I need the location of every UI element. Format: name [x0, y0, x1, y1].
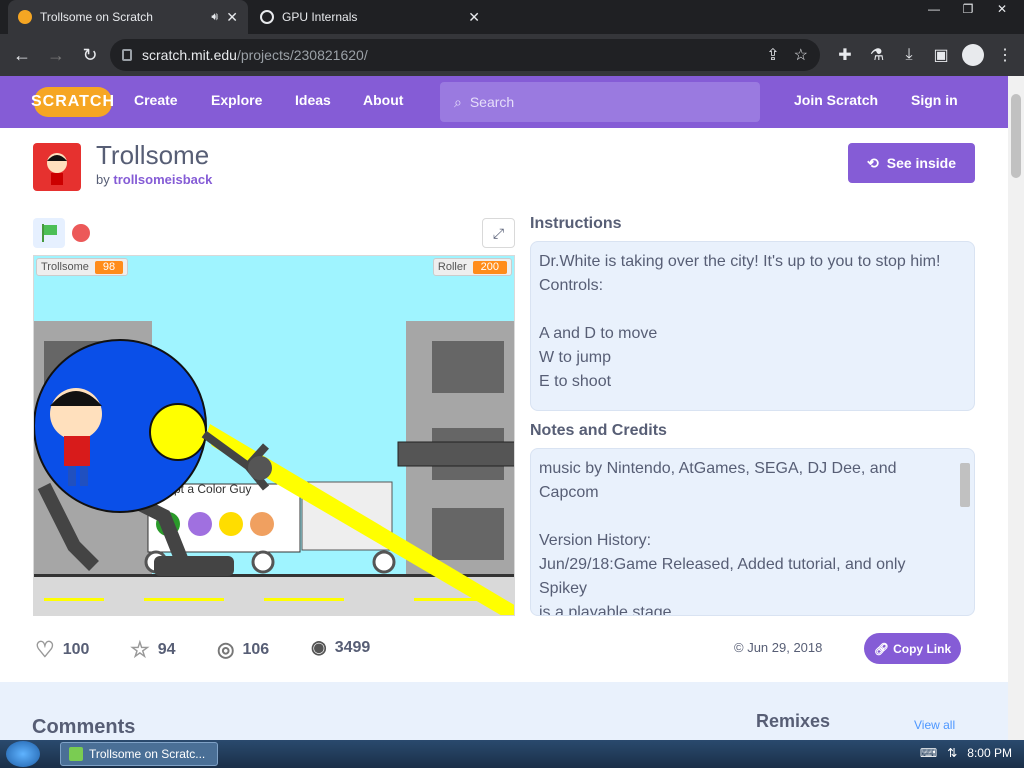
remix-stat: ◎ 106 — [217, 639, 270, 661]
tab-title: Trollsome on Scratch — [40, 10, 153, 24]
page-scrollbar[interactable] — [1008, 76, 1024, 740]
search-input[interactable] — [469, 94, 720, 110]
speaker-icon[interactable]: 🔊︎ — [211, 11, 218, 24]
remix-icon: ◎ — [217, 639, 235, 661]
address-bar[interactable]: scratch.mit.edu/projects/230821620/ ⇪ ☆ — [110, 39, 820, 71]
instructions-heading: Instructions — [530, 215, 622, 232]
project-thumbnail — [33, 143, 81, 191]
link-icon: 🔗︎ — [873, 641, 890, 656]
scrollbar-thumb[interactable] — [1011, 94, 1021, 178]
notes-heading: Notes and Credits — [530, 422, 667, 439]
nav-ideas[interactable]: Ideas — [295, 92, 331, 108]
url-path: /projects/230821620/ — [236, 47, 368, 63]
forward-icon[interactable]: → — [40, 39, 72, 71]
nav-explore[interactable]: Explore — [211, 92, 262, 108]
system-tray: ⌨ ⇅ 8:00 PM — [920, 746, 1012, 760]
project-author-line: by trollsomeisback — [96, 172, 213, 187]
notes-scrollbar-thumb[interactable] — [960, 463, 970, 507]
profile-avatar[interactable] — [962, 39, 984, 71]
tab-gpu-internals[interactable]: GPU Internals ✕ — [250, 0, 490, 34]
reload-icon[interactable]: ↻ — [74, 39, 106, 71]
menu-kebab-icon[interactable]: ⋮ — [994, 39, 1016, 71]
see-inside-icon: ⟲ — [867, 154, 879, 171]
scratch-logo[interactable]: SCRATCH — [31, 87, 114, 117]
nav-create[interactable]: Create — [134, 92, 178, 108]
labs-icon[interactable]: ⚗ — [866, 39, 888, 71]
nav-about[interactable]: About — [363, 92, 403, 108]
keyboard-icon[interactable]: ⌨ — [920, 746, 937, 760]
stage-scene: pt a Color Guy — [34, 321, 514, 615]
search-box: ⌕ — [440, 82, 760, 122]
love-stat[interactable]: ♡ 100 — [35, 637, 89, 663]
globe-favicon-icon — [260, 10, 274, 24]
remixes-heading: Remixes — [756, 711, 831, 731]
instructions-text: Dr.White is taking over the city! It's u… — [530, 241, 975, 411]
green-flag-icon — [42, 224, 57, 242]
side-panel-icon[interactable]: ▣ — [930, 39, 952, 71]
lower-section — [0, 682, 1008, 740]
tab-title: GPU Internals — [282, 10, 358, 24]
scratch-navbar: SCRATCH Create Explore Ideas About ⌕ Joi… — [0, 76, 1008, 128]
stage-sign-text: pt a Color Guy — [174, 482, 251, 496]
close-tab-icon[interactable]: ✕ — [468, 9, 480, 26]
time-text[interactable]: 8:00 PM — [967, 746, 1012, 760]
start-button[interactable] — [6, 741, 40, 767]
close-tab-icon[interactable]: ✕ — [226, 9, 238, 26]
bookmark-star-icon[interactable]: ☆ — [794, 45, 808, 65]
project-title: Trollsome — [96, 140, 210, 170]
stop-button[interactable] — [72, 224, 90, 242]
close-window-icon[interactable]: ✕ — [988, 2, 1016, 16]
windows-taskbar: Trollsome on Scratc... ⌨ ⇅ 8:00 PM — [0, 740, 1024, 768]
url-host: scratch.mit.edu — [142, 47, 237, 63]
author-link[interactable]: trollsomeisback — [113, 172, 212, 187]
browser-toolbar: ← → ↻ scratch.mit.edu/projects/230821620… — [0, 34, 1024, 76]
view-all-link[interactable]: View all — [914, 718, 955, 732]
minimize-icon[interactable]: — — [920, 2, 948, 16]
comments-heading: Comments — [32, 716, 136, 738]
sign-in-link[interactable]: Sign in — [911, 92, 958, 108]
restore-icon[interactable]: ❐ — [954, 2, 982, 16]
eye-icon: ◉ — [311, 637, 327, 657]
favorite-stat[interactable]: ☆ 94 — [130, 637, 176, 663]
taskbar-item-browser[interactable]: Trollsome on Scratc... — [60, 742, 218, 766]
extensions-icon[interactable]: ✚ — [834, 39, 856, 71]
shared-date: © Jun 29, 2018 — [734, 640, 823, 655]
lock-icon — [122, 49, 132, 61]
notes-text[interactable]: music by Nintendo, AtGames, SEGA, DJ Dee… — [530, 448, 975, 616]
fullscreen-button[interactable]: ⤢ — [482, 218, 515, 248]
scratch-favicon-icon — [18, 10, 32, 24]
join-scratch-link[interactable]: Join Scratch — [794, 92, 878, 108]
heart-icon: ♡ — [35, 637, 55, 662]
browser-task-icon — [69, 747, 83, 761]
views-stat: ◉ 3499 — [311, 637, 371, 657]
green-flag-button[interactable] — [33, 218, 65, 248]
download-icon[interactable]: ⤓ — [898, 39, 920, 71]
network-icon[interactable]: ⇅ — [947, 746, 957, 760]
star-icon: ☆ — [130, 637, 150, 662]
variable-monitor-trollsome: Trollsome 98 — [36, 258, 129, 276]
tab-trollsome[interactable]: Trollsome on Scratch 🔊︎ ✕ — [8, 0, 248, 34]
browser-tabstrip: Trollsome on Scratch 🔊︎ ✕ GPU Internals … — [0, 0, 1024, 34]
share-icon[interactable]: ⇪ — [766, 45, 779, 65]
variable-monitor-roller: Roller 200 — [432, 258, 512, 276]
back-icon[interactable]: ← — [6, 39, 38, 71]
project-stage[interactable]: pt a Color Guy Trollsome 98 Roller 200 — [33, 255, 515, 616]
window-controls: — ❐ ✕ — [920, 2, 1016, 16]
see-inside-button[interactable]: ⟲ See inside — [848, 143, 975, 183]
copy-link-button[interactable]: 🔗︎ Copy Link — [864, 633, 961, 664]
search-icon: ⌕ — [454, 93, 462, 110]
fullscreen-icon: ⤢ — [492, 224, 505, 241]
